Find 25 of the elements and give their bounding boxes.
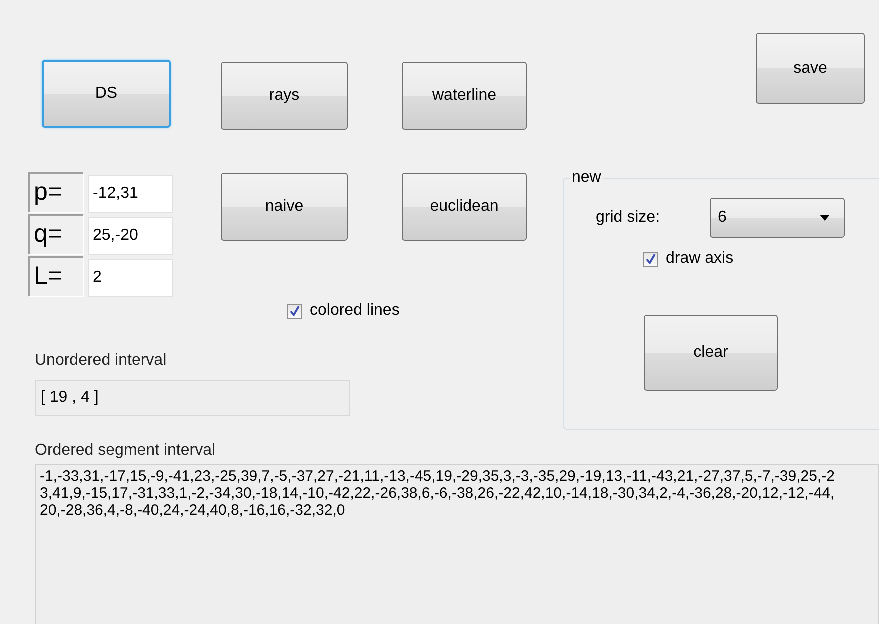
- grid-size-dropdown[interactable]: 6: [710, 198, 845, 238]
- param-label: L=: [28, 256, 84, 297]
- checkbox-label: draw axis: [666, 250, 734, 268]
- param-label: q=: [28, 214, 84, 255]
- grid-size-label: grid size:: [596, 209, 662, 227]
- checkbox[interactable]: [287, 304, 302, 318]
- param-field[interactable]: 2: [88, 259, 173, 297]
- clear-button[interactable]: clear: [644, 315, 778, 391]
- param-field[interactable]: 25,-20: [88, 217, 173, 255]
- mode-button[interactable]: waterline: [402, 62, 527, 130]
- param-label: p=: [28, 172, 84, 213]
- checkbox-label: colored lines: [310, 302, 400, 320]
- method-button[interactable]: naive: [221, 173, 348, 241]
- field-label: Unordered interval: [35, 351, 167, 371]
- checkbox[interactable]: [643, 252, 658, 266]
- param-field[interactable]: -12,31: [88, 175, 173, 213]
- mode-button[interactable]: rays: [221, 62, 348, 130]
- caret-icon: [820, 215, 830, 221]
- interval-field[interactable]: [ 19 , 4 ]: [35, 380, 350, 416]
- group-title: new: [571, 170, 602, 186]
- mode-button[interactable]: DS: [42, 60, 171, 128]
- field-label: Ordered segment interval: [35, 441, 217, 461]
- interval-text-area[interactable]: -1,-33,31,-17,15,-9,-41,23,-25,39,7,-5,-37,27,-21,11,-13,-45,19,-29,35,3,-3,-35,29,-19,13,-11,-43,21,-27,37,5,-7,-39,25,-23,41,9,-15,17,-31,33,1,-2,-34,30,-18,14,-10,-42,22,-26,38,6,-6,-38,26,-22,42,10,-14,18,-30,34,2,-4,-36,28,-20,12,-12,-44,20,-28,36,4,-8,-40,24,-24,40,8,-16,16,-32,32,0: [35, 464, 879, 624]
- save-button[interactable]: save: [756, 33, 865, 104]
- method-button[interactable]: euclidean: [402, 173, 527, 241]
